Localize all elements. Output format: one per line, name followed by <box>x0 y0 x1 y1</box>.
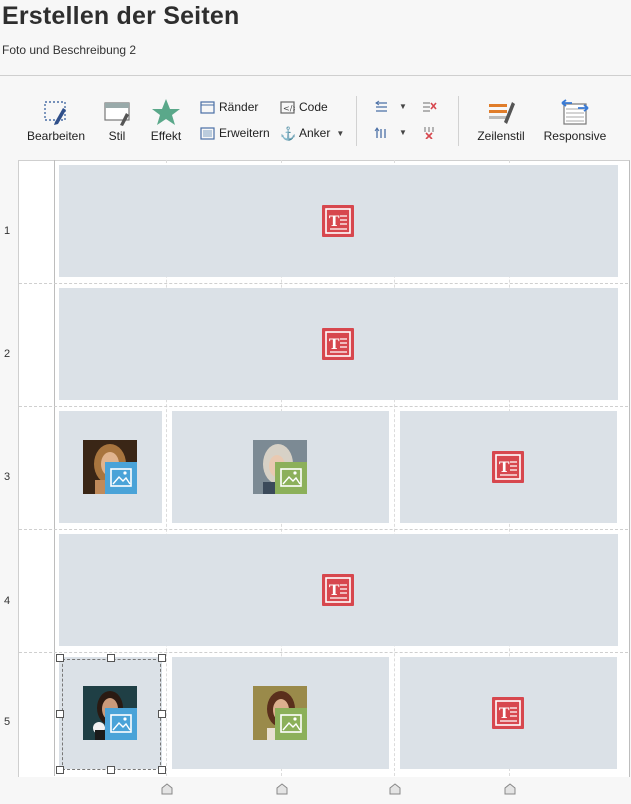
column-marker-icon[interactable] <box>389 783 401 795</box>
svg-text:T: T <box>329 214 340 230</box>
column-marker-icon[interactable] <box>161 783 173 795</box>
chevron-down-icon[interactable]: ▼ <box>336 129 344 138</box>
effect-button[interactable]: Effekt <box>148 98 184 143</box>
text-object-icon: T <box>492 451 524 483</box>
row-divider <box>19 283 628 284</box>
edit-icon <box>44 101 66 125</box>
image-object-icon <box>105 462 137 494</box>
style-icon <box>104 102 130 126</box>
style-label: Stil <box>108 129 126 143</box>
svg-text:</>: </> <box>283 104 295 113</box>
text-object-icon: T <box>492 697 524 729</box>
image-object-icon <box>275 462 307 494</box>
chevron-down-icon[interactable]: ▼ <box>399 102 407 111</box>
insert-row-button[interactable]: ▼ <box>374 126 407 139</box>
header-divider <box>0 75 631 76</box>
image-object-icon <box>275 708 307 740</box>
page-title: Erstellen der Seiten <box>2 2 240 30</box>
row-number: 3 <box>4 471 11 483</box>
responsive-button[interactable]: Responsive <box>543 98 607 143</box>
image-cell[interactable] <box>172 411 389 523</box>
text-cell[interactable]: T <box>59 165 618 277</box>
star-icon <box>152 99 180 125</box>
resize-handle[interactable] <box>56 654 64 662</box>
insert-row-icon <box>374 127 386 138</box>
edit-label: Bearbeiten <box>26 129 86 143</box>
resize-handle[interactable] <box>56 710 64 718</box>
text-cell[interactable]: T <box>59 534 618 646</box>
delete-row-icon <box>424 127 434 139</box>
anchor-icon: ⚓ <box>280 125 297 141</box>
text-cell[interactable]: T <box>59 288 618 400</box>
row-divider <box>19 652 628 653</box>
code-icon: </> <box>280 100 295 114</box>
page-subtitle: Foto und Beschreibung 2 <box>2 43 137 57</box>
text-object-icon: T <box>322 328 354 360</box>
expand-button[interactable]: Erweitern <box>200 126 270 140</box>
image-cell[interactable] <box>172 657 389 769</box>
resize-handle[interactable] <box>158 654 166 662</box>
row-number: 5 <box>4 716 11 728</box>
resize-handle[interactable] <box>107 654 115 662</box>
chevron-down-icon[interactable]: ▼ <box>399 128 407 137</box>
toolbar-separator <box>458 96 459 146</box>
svg-text:T: T <box>499 706 510 722</box>
code-label: Code <box>299 100 328 114</box>
text-cell[interactable]: T <box>400 657 617 769</box>
resize-handle[interactable] <box>56 766 64 774</box>
row-style-button[interactable]: Zeilenstil <box>476 98 526 143</box>
style-button[interactable]: Stil <box>100 98 134 143</box>
image-cell[interactable] <box>59 411 162 523</box>
toolbar-separator <box>356 96 357 146</box>
row-number: 2 <box>4 348 11 360</box>
insert-column-icon <box>375 100 387 112</box>
delete-row-button[interactable] <box>422 126 441 139</box>
anchor-label: Anker <box>299 126 331 140</box>
expand-label: Erweitern <box>219 126 270 140</box>
row-divider <box>19 529 628 530</box>
resize-handle[interactable] <box>158 710 166 718</box>
borders-button[interactable]: Ränder <box>200 100 258 114</box>
expand-icon <box>200 126 215 140</box>
resize-handle[interactable] <box>158 766 166 774</box>
svg-text:T: T <box>329 337 340 353</box>
selection-frame <box>62 659 161 770</box>
row-number-column <box>18 160 55 776</box>
delete-column-button[interactable] <box>422 100 441 113</box>
edit-button[interactable]: Bearbeiten <box>26 98 86 143</box>
responsive-icon <box>561 99 589 125</box>
text-cell[interactable]: T <box>400 411 617 523</box>
delete-column-icon <box>423 102 437 112</box>
responsive-label: Responsive <box>543 129 607 143</box>
insert-column-button[interactable]: ▼ <box>374 100 407 113</box>
borders-label: Ränder <box>219 100 259 114</box>
code-button[interactable]: </> Code <box>280 100 328 114</box>
column-marker-icon[interactable] <box>276 783 288 795</box>
toolbar: Bearbeiten Stil Effekt Ränder Erweitern … <box>0 90 631 150</box>
row-style-label: Zeilenstil <box>477 129 525 143</box>
effect-label: Effekt <box>150 129 182 143</box>
row-number: 4 <box>4 595 11 607</box>
svg-text:T: T <box>499 460 510 476</box>
anchor-button[interactable]: ⚓ Anker ▼ <box>280 126 344 140</box>
text-object-icon: T <box>322 574 354 606</box>
text-object-icon: T <box>322 205 354 237</box>
row-style-icon <box>489 102 515 124</box>
svg-text:T: T <box>329 583 340 599</box>
resize-handle[interactable] <box>107 766 115 774</box>
column-marker-icon[interactable] <box>504 783 516 795</box>
row-divider <box>19 406 628 407</box>
row-number: 1 <box>4 225 11 237</box>
borders-icon <box>200 100 215 114</box>
